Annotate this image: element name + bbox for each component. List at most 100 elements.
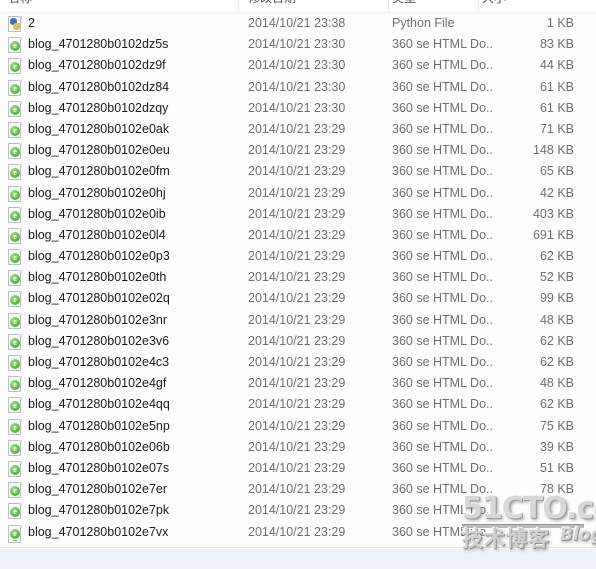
table-row[interactable]: e blog_4701280b0102e7er 2014/10/21 23:29 36… [0, 479, 596, 500]
table-row[interactable]: e blog_4701280b0102dz9f 2014/10/21 23:30 36… [0, 55, 596, 76]
file-name-cell: blog_4701280b0102e0fm [28, 164, 170, 179]
table-row[interactable]: e blog_4701280b0102e0p3 2014/10/21 23:29 36… [0, 246, 596, 267]
file-name-cell: blog_4701280b0102e3v6 [28, 333, 170, 348]
table-row[interactable]: e blog_4701280b0102dz5s 2014/10/21 23:30 36… [0, 34, 596, 55]
html-document-icon: e [8, 227, 22, 244]
table-row[interactable]: e blog_4701280b0102dzqy 2014/10/21 23:30 36… [0, 98, 596, 119]
html-document-icon: e [8, 291, 22, 308]
file-date-cell: 2014/10/21 23:29 [248, 524, 346, 539]
table-row[interactable]: e blog_4701280b0102e4gf 2014/10/21 23:29 36… [0, 373, 596, 394]
html-icon-glyph: e [10, 422, 20, 433]
table-row[interactable]: e blog_4701280b0102e0th 2014/10/21 23:29 36… [0, 267, 596, 288]
html-document-icon: e [8, 460, 22, 477]
partial-file-row[interactable]: e [0, 540, 596, 548]
table-row[interactable]: e blog_4701280b0102e0l4 2014/10/21 23:29 36… [0, 225, 596, 246]
file-date-cell: 2014/10/21 23:29 [248, 376, 346, 391]
column-header-size[interactable]: 大小 [482, 0, 562, 5]
html-document-icon: e [8, 37, 22, 54]
file-size-cell: 62 KB [539, 333, 574, 348]
table-row[interactable]: e blog_4701280b0102e4c3 2014/10/21 23:29 36… [0, 352, 596, 373]
file-icon-cell: e [8, 394, 26, 415]
file-name-cell: blog_4701280b0102e7vx [28, 524, 169, 539]
file-type-cell: 360 se HTML Do... [392, 355, 492, 369]
table-row[interactable]: e blog_4701280b0102dz84 2014/10/21 23:30 36… [0, 77, 596, 98]
column-header-row: 名称 修改日期 类型 大小 [0, 0, 596, 13]
html-document-icon: e [8, 185, 22, 202]
file-name-cell: blog_4701280b0102e3nr [28, 312, 168, 327]
file-icon-cell: e [8, 34, 26, 55]
html-icon-glyph: e [10, 337, 20, 348]
table-row[interactable]: e blog_4701280b0102e0hj 2014/10/21 23:29 36… [0, 183, 596, 204]
file-icon-cell: e [8, 331, 26, 352]
file-size-cell: 148 KB [532, 143, 574, 158]
html-document-icon: e [8, 312, 22, 329]
file-name-cell: blog_4701280b0102e7er [28, 482, 168, 497]
file-size-cell: 52 KB [539, 270, 574, 285]
file-list[interactable]: 2 2014/10/21 23:38 Python File 1 KB e blog_47… [0, 13, 596, 540]
html-document-icon: e [8, 482, 22, 499]
file-name-cell: blog_4701280b0102e0eu [28, 143, 170, 158]
file-name-cell: blog_4701280b0102e4qq [28, 397, 170, 412]
file-size-cell: 65 KB [539, 164, 574, 179]
table-row[interactable]: e blog_4701280b0102e06b 2014/10/21 23:29 36… [0, 437, 596, 458]
file-icon-cell [8, 13, 26, 34]
file-type-cell: 360 se HTML Do... [392, 270, 492, 285]
file-icon-cell: e [8, 500, 26, 521]
file-name-cell: blog_4701280b0102e0ak [28, 121, 170, 136]
column-header-date[interactable]: 修改日期 [248, 0, 383, 5]
file-date-cell: 2014/10/21 23:38 [248, 16, 346, 30]
file-icon-cell: e [8, 416, 26, 437]
file-type-cell: Python File [392, 16, 455, 30]
file-icon-cell: e [8, 140, 26, 161]
table-row[interactable]: e blog_4701280b0102e3v6 2014/10/21 23:29 36… [0, 331, 596, 352]
html-document-icon: e [8, 333, 22, 350]
html-document-icon: e [8, 540, 22, 543]
table-row[interactable]: e blog_4701280b0102e07s 2014/10/21 23:29 36… [0, 458, 596, 479]
file-date-cell: 2014/10/21 23:30 [248, 79, 346, 94]
file-type-cell: 360 se HTML Do... [392, 397, 492, 412]
file-icon-cell: e [8, 77, 26, 98]
table-row[interactable]: 2 2014/10/21 23:38 Python File 1 KB [0, 13, 596, 34]
file-date-cell: 2014/10/21 23:29 [248, 460, 346, 475]
table-row[interactable]: e blog_4701280b0102e3nr 2014/10/21 23:29 36… [0, 310, 596, 331]
table-row[interactable]: e blog_4701280b0102e0ak 2014/10/21 23:29 36… [0, 119, 596, 140]
table-row[interactable]: e blog_4701280b0102e5np 2014/10/21 23:29 36… [0, 416, 596, 437]
html-document-icon: e [8, 376, 22, 393]
column-header-type[interactable]: 类型 [392, 0, 472, 5]
status-bar [0, 548, 596, 569]
file-type-cell: 360 se HTML Do... [392, 312, 492, 327]
file-size-cell: 62 KB [539, 355, 574, 369]
table-row[interactable]: e blog_4701280b0102e02q 2014/10/21 23:29 36… [0, 288, 596, 309]
file-name-cell: blog_4701280b0102e0th [28, 270, 167, 285]
html-icon-glyph: e [10, 253, 20, 264]
table-row[interactable]: e blog_4701280b0102e7pk 2014/10/21 23:29 36… [0, 500, 596, 521]
html-document-icon: e [8, 121, 22, 138]
html-document-icon: e [8, 524, 22, 540]
file-date-cell: 2014/10/21 23:29 [248, 355, 346, 369]
file-name-cell: blog_4701280b0102e0l4 [28, 227, 166, 242]
table-row[interactable]: e blog_4701280b0102e0ib 2014/10/21 23:29 36… [0, 204, 596, 225]
file-date-cell: 2014/10/21 23:29 [248, 439, 346, 454]
file-icon-cell: e [8, 310, 26, 331]
html-icon-glyph: e [10, 359, 20, 369]
file-type-cell: 360 se HTML Do... [392, 482, 492, 497]
file-icon-cell: e [8, 225, 26, 246]
file-size-cell: 44 KB [539, 58, 574, 73]
table-row[interactable]: e blog_4701280b0102e0eu 2014/10/21 23:29 36… [0, 140, 596, 161]
file-type-cell: 360 se HTML Do... [392, 164, 492, 179]
table-row[interactable]: e blog_4701280b0102e4qq 2014/10/21 23:29 36… [0, 394, 596, 415]
file-type-cell: 360 se HTML Do... [392, 439, 492, 454]
html-icon-glyph: e [10, 125, 20, 136]
table-row[interactable]: e blog_4701280b0102e0fm 2014/10/21 23:29 36… [0, 161, 596, 182]
html-document-icon: e [8, 355, 22, 371]
file-size-cell: 61 KB [539, 79, 574, 94]
file-name-cell: blog_4701280b0102e07s [28, 460, 170, 475]
file-size-cell: 39 KB [539, 439, 574, 454]
table-row[interactable]: e blog_4701280b0102e7vx 2014/10/21 23:29 36… [0, 522, 596, 540]
file-icon-cell: e [8, 204, 26, 225]
file-date-cell: 2014/10/21 23:29 [248, 143, 346, 158]
file-date-cell: 2014/10/21 23:29 [248, 227, 346, 242]
file-date-cell: 2014/10/21 23:29 [248, 164, 346, 179]
file-size-cell: 403 KB [532, 206, 574, 221]
column-header-name[interactable]: 名称 [8, 0, 233, 5]
